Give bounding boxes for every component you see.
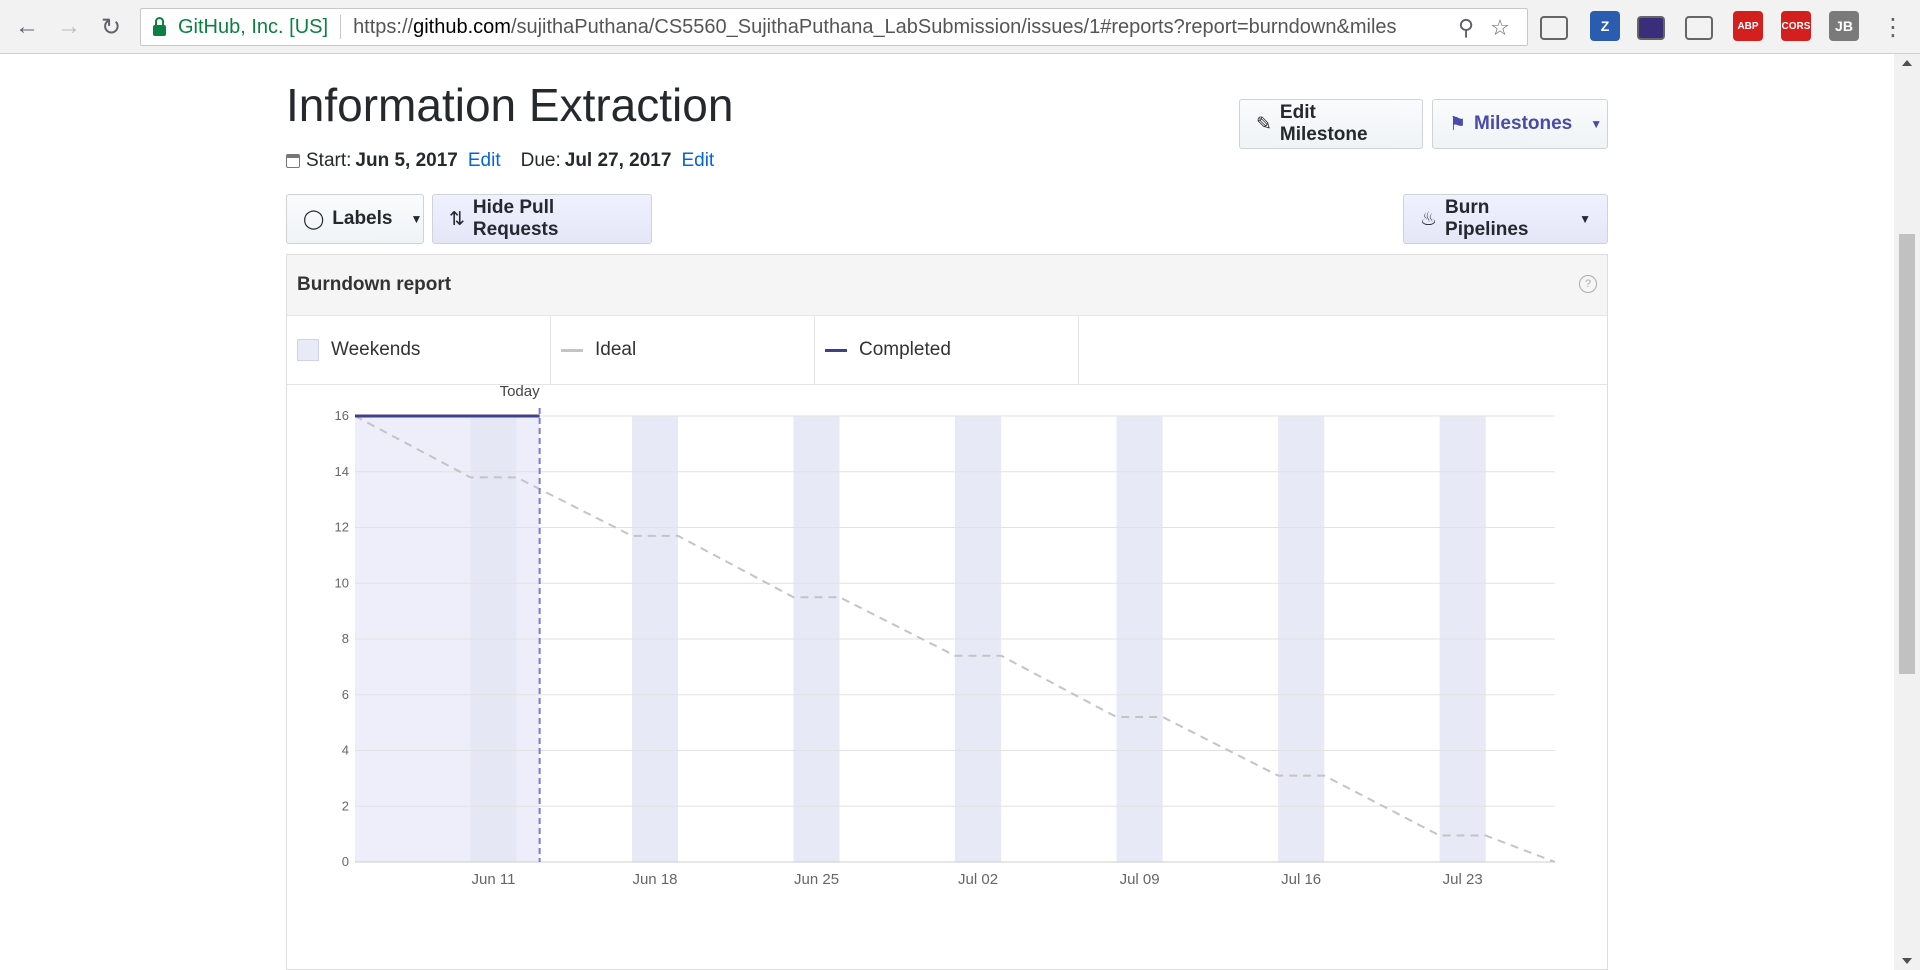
milestones-label: Milestones	[1474, 113, 1573, 134]
flame-icon: ♨	[1420, 208, 1438, 230]
today-label: Today	[500, 384, 541, 400]
edit-milestone-button[interactable]: ✎ Edit Milestone	[1239, 99, 1423, 149]
burndown-chart: 0 2 4 6 8 10 12 14 16 Jun 11 Jun 18 Jun 25 Jul 02 Jul…	[335, 384, 1556, 888]
y-tick-label: 14	[335, 464, 349, 479]
y-tick-label: 6	[342, 687, 349, 702]
forward-icon[interactable]: →	[52, 10, 86, 44]
page-scrollbar[interactable]	[1894, 54, 1920, 970]
y-tick-label: 4	[342, 743, 349, 758]
pull-request-icon: ⇅	[449, 208, 465, 230]
x-tick-label: Jun 11	[471, 871, 515, 888]
page-title: Information Extraction	[286, 79, 734, 131]
completed-swatch	[825, 348, 847, 352]
milestone-dates: Start: Jun 5, 2017 Edit Due: Jul 27, 201…	[286, 150, 734, 172]
legend-item-completed[interactable]: Completed	[815, 316, 1079, 384]
milestones-dropdown[interactable]: ⚑ Milestones ▼	[1432, 99, 1608, 149]
zoom-icon[interactable]: ⚲	[1453, 15, 1479, 41]
omnibox-divider	[340, 15, 342, 39]
menu-icon[interactable]: ⋮	[1876, 10, 1910, 44]
extension-icon[interactable]	[1637, 16, 1665, 40]
due-date: Jul 27, 2017	[564, 150, 672, 171]
chevron-down-icon: ▼	[1590, 117, 1603, 131]
y-tick-label: 8	[342, 631, 349, 646]
scroll-down-icon[interactable]	[1902, 958, 1912, 964]
legend-item-ideal[interactable]: Ideal	[551, 316, 815, 384]
y-tick-label: 10	[335, 575, 349, 590]
x-tick-label: Jun 25	[794, 871, 839, 888]
address-bar[interactable]: GitHub, Inc. [US] https://github.com/suj…	[140, 8, 1528, 46]
chart-legend: Weekends Ideal Completed	[287, 316, 1607, 385]
edit-start-link[interactable]: Edit	[468, 150, 501, 172]
edit-due-link[interactable]: Edit	[681, 150, 714, 172]
ideal-swatch	[561, 348, 583, 352]
hide-pull-requests-button[interactable]: ⇅ Hide Pull Requests	[432, 194, 652, 244]
scroll-up-icon[interactable]	[1902, 60, 1912, 66]
lock-icon	[153, 16, 166, 36]
globe-icon[interactable]	[1685, 16, 1713, 40]
legend-label: Weekends	[331, 339, 421, 360]
chevron-down-icon: ▼	[410, 212, 423, 226]
zotero-icon[interactable]: Z	[1590, 11, 1620, 41]
burn-pipelines-label: Burn Pipelines	[1445, 197, 1529, 240]
burndown-report-panel: Burndown report ? Weekends Ideal Complet…	[286, 254, 1608, 970]
jb-icon[interactable]: JB	[1829, 11, 1859, 41]
x-tick-label: Jul 09	[1120, 871, 1160, 888]
legend-label: Ideal	[595, 339, 637, 360]
milestone-icon: ⚑	[1449, 113, 1467, 135]
url-text[interactable]: https://github.com/sujithaPuthana/CS5560…	[353, 16, 1443, 39]
browser-toolbar: ← → ↻ GitHub, Inc. [US] https://github.c…	[0, 0, 1920, 54]
adblock-icon[interactable]: ABP	[1733, 11, 1763, 41]
chevron-down-icon: ▼	[1579, 212, 1591, 226]
report-header: Burndown report ?	[287, 255, 1607, 316]
burn-pipelines-dropdown[interactable]: ♨ Burn Pipelines ▼	[1403, 194, 1608, 244]
legend-label: Completed	[859, 339, 951, 360]
help-icon[interactable]: ?	[1579, 275, 1597, 293]
due-label: Due:	[520, 150, 561, 171]
weekends-swatch	[297, 339, 319, 361]
start-date: Jun 5, 2017	[355, 150, 458, 171]
bookmark-star-icon[interactable]: ☆	[1487, 15, 1513, 41]
tag-icon: ◯	[303, 208, 325, 230]
calendar-icon	[286, 154, 300, 168]
legend-item-weekends[interactable]: Weekends	[287, 316, 551, 384]
labels-label: Labels	[332, 208, 393, 229]
site-identity[interactable]: GitHub, Inc. [US]	[178, 16, 328, 39]
x-tick-label: Jul 23	[1443, 871, 1483, 888]
y-tick-label: 2	[342, 798, 349, 813]
cors-icon[interactable]: CORS	[1781, 11, 1811, 41]
edit-milestone-label: Edit Milestone	[1279, 102, 1368, 145]
x-tick-label: Jul 16	[1281, 871, 1321, 888]
pencil-icon: ✎	[1256, 113, 1272, 135]
hide-pull-requests-label: Hide Pull Requests	[472, 197, 559, 240]
start-label: Start:	[306, 150, 352, 171]
labels-dropdown[interactable]: ◯ Labels ▼	[286, 194, 424, 244]
cast-icon[interactable]	[1540, 16, 1568, 40]
y-tick-label: 16	[335, 408, 349, 423]
y-tick-label: 12	[335, 520, 349, 535]
y-tick-label: 0	[342, 854, 349, 869]
x-tick-label: Jun 18	[632, 871, 677, 888]
x-tick-label: Jul 02	[958, 871, 998, 888]
scroll-thumb[interactable]	[1899, 234, 1915, 674]
reload-icon[interactable]: ↻	[94, 10, 128, 44]
back-icon[interactable]: ←	[10, 10, 44, 44]
report-title: Burndown report	[297, 274, 452, 295]
